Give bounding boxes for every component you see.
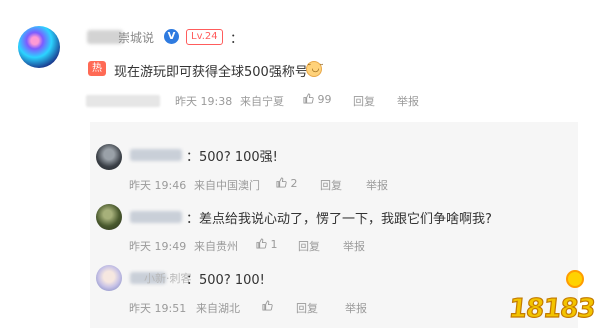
reply-report-button[interactable]: 举报	[366, 177, 388, 193]
level-badge: Lv.24	[186, 29, 223, 45]
reply-avatar[interactable]	[96, 204, 122, 230]
reply-button[interactable]: 回复	[353, 93, 375, 109]
like-button[interactable]: 99	[303, 93, 332, 106]
reply-text: ：差点给我说心动了，愣了一下，我跟它们争啥啊我?	[186, 212, 492, 227]
reply-like-count: 2	[290, 177, 298, 190]
reply-time: 昨天 19:49	[129, 240, 187, 253]
reply-name-suffix[interactable]: 小新·刺客	[144, 270, 192, 286]
sun-icon	[566, 270, 584, 288]
reply-reply-button[interactable]: 回复	[296, 300, 318, 316]
thumbs-up-icon	[262, 300, 273, 311]
reply-like-button[interactable]: 2	[276, 177, 298, 190]
reply-location: 来自贵州	[194, 240, 238, 253]
reply-avatar[interactable]	[96, 265, 122, 291]
site-logo: 18183	[494, 270, 596, 325]
thumbs-up-icon	[256, 238, 267, 249]
reply-text: ：500? 100!	[186, 273, 265, 288]
reply-time: 昨天 19:51	[129, 302, 187, 315]
reply-like-button[interactable]: 1	[256, 238, 278, 251]
reply-name-blurred[interactable]	[130, 211, 182, 223]
reply-time: 昨天 19:46	[129, 179, 187, 192]
reply-like-button[interactable]	[262, 300, 273, 313]
verified-badge-icon: V	[164, 29, 179, 44]
reply-reply-button[interactable]: 回复	[320, 177, 342, 193]
thumbs-up-icon	[276, 177, 287, 188]
logo-text: 18183	[506, 293, 596, 324]
reply-avatar[interactable]	[96, 144, 122, 170]
reply-name-blurred[interactable]	[130, 149, 182, 161]
hot-tag: 热	[88, 61, 106, 76]
reply-location: 来自中国澳门	[194, 179, 260, 192]
reply-text: ：500? 100强!	[186, 150, 278, 165]
reply-reply-button[interactable]: 回复	[298, 238, 320, 254]
comment-time: 昨天 19:38	[175, 95, 233, 108]
meta-blurred	[86, 95, 160, 107]
reply-report-button[interactable]: 举报	[343, 238, 365, 254]
thumbs-up-icon	[303, 93, 314, 104]
like-count: 99	[317, 93, 332, 106]
reply-location: 来自湖北	[196, 302, 240, 315]
name-colon: ：	[230, 32, 244, 47]
report-button[interactable]: 举报	[397, 93, 419, 109]
comment-text: 现在游玩即可获得全球500强称号	[114, 65, 308, 80]
reply-like-count: 1	[270, 238, 278, 251]
smile-emoji-icon: ˘◡˘	[306, 61, 324, 77]
reply-report-button[interactable]: 举报	[345, 300, 367, 316]
commenter-avatar[interactable]	[18, 26, 60, 68]
commenter-name-suffix[interactable]: 崇城说	[118, 29, 154, 46]
comment-location: 来自宁夏	[240, 95, 284, 108]
